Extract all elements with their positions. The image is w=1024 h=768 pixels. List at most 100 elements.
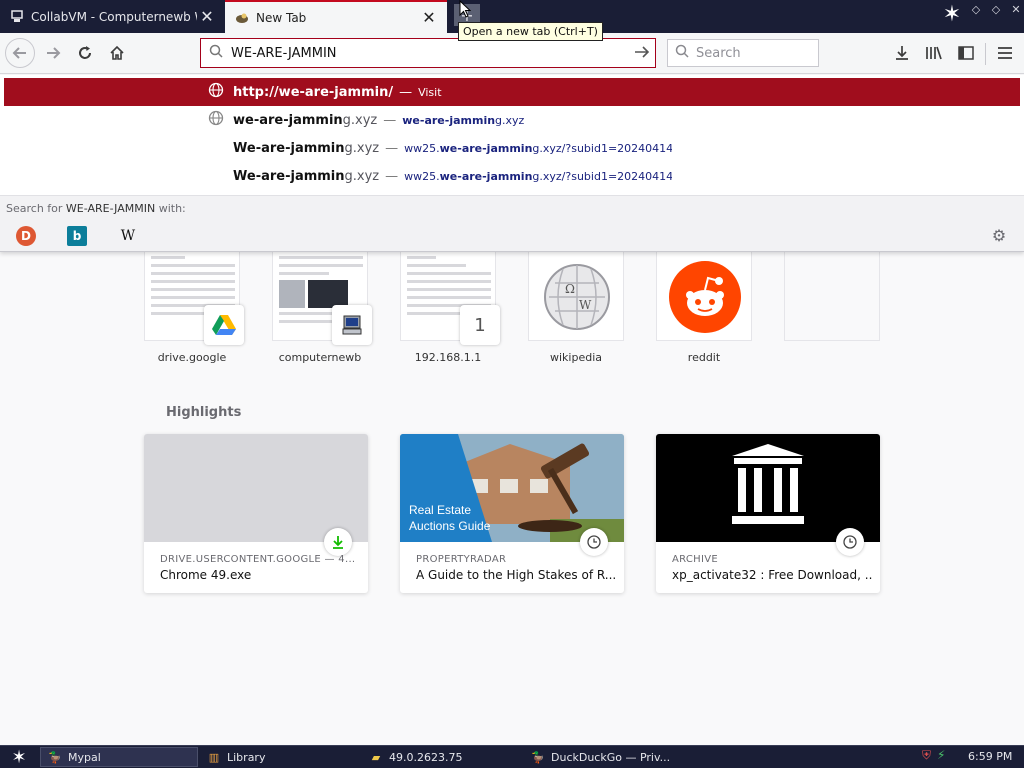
url-bar[interactable]: WE-ARE-JAMMIN bbox=[200, 38, 656, 68]
top-site-tile[interactable]: reddit bbox=[656, 252, 752, 372]
download-button[interactable] bbox=[887, 38, 917, 68]
duckduckgo-icon[interactable]: D bbox=[16, 226, 36, 246]
collabvm-icon bbox=[9, 9, 25, 25]
top-site-tile[interactable]: ΩW wikipedia bbox=[528, 252, 624, 372]
duckduckgo-icon: 🦆 bbox=[531, 750, 545, 764]
taskbar: ✶ 🦆 Mypal ▥ Library ▰ 49.0.2623.75 🦆 Duc… bbox=[0, 745, 1024, 768]
autocomplete-row[interactable]: we-are-jamming.xyz — we-are-jamming.xyz bbox=[4, 106, 1020, 134]
go-arrow-icon[interactable] bbox=[629, 44, 655, 63]
autocomplete-separator: — bbox=[399, 84, 413, 100]
back-button[interactable] bbox=[5, 38, 35, 68]
mypal-icon: 🦆 bbox=[48, 750, 62, 764]
site-thumbnail: ΩW bbox=[528, 252, 624, 341]
tab-new-tab[interactable]: New Tab ✕ bbox=[225, 0, 447, 33]
autocomplete-separator: — bbox=[385, 168, 399, 184]
task-label: Library bbox=[227, 750, 266, 764]
tab-collabvm[interactable]: CollabVM - Computernewb Wiki ✕ bbox=[0, 0, 225, 33]
top-site-tile[interactable]: computernewb bbox=[272, 252, 372, 372]
top-site-tile[interactable]: drive.google bbox=[144, 252, 244, 372]
top-site-label: drive.google bbox=[157, 351, 227, 364]
taskbar-item-mypal[interactable]: 🦆 Mypal bbox=[40, 747, 198, 767]
menu-button[interactable] bbox=[990, 38, 1020, 68]
close-window-icon[interactable]: ✕ bbox=[1008, 2, 1024, 18]
back-arrow-icon bbox=[12, 47, 26, 59]
toolbar-divider bbox=[985, 43, 986, 65]
new-tab-tooltip: Open a new tab (Ctrl+T) bbox=[458, 22, 603, 41]
autocomplete-title: http://we-are-jammin/ bbox=[233, 84, 394, 100]
sidebar-icon bbox=[958, 46, 974, 60]
tab-title: CollabVM - Computernewb Wiki bbox=[31, 9, 197, 24]
new-tab-page: drive.google computernewb 1 192.168.1.1 … bbox=[0, 252, 1024, 745]
close-icon[interactable]: ✕ bbox=[419, 8, 439, 28]
autocomplete-row[interactable]: We-are-jamming.xyz — ww25.we-are-jamming… bbox=[4, 134, 1020, 162]
library-button[interactable] bbox=[919, 38, 949, 68]
card-source: PROPERTYRADAR bbox=[416, 554, 507, 565]
autocomplete-url: ww25.we-are-jamming.xyz/?subid1=20240414… bbox=[404, 169, 673, 183]
autocomplete-separator: — bbox=[383, 112, 397, 128]
forward-button[interactable] bbox=[38, 38, 68, 68]
highlight-card[interactable]: ARCHIVE xp_activate32 : Free Download, .… bbox=[656, 434, 880, 593]
top-site-tile[interactable]: 1 192.168.1.1 bbox=[400, 252, 500, 372]
url-input[interactable]: WE-ARE-JAMMIN bbox=[231, 46, 629, 61]
maximize-icon[interactable]: ◇ bbox=[988, 2, 1004, 18]
network-icon[interactable]: ⚡ bbox=[937, 748, 945, 763]
globe-icon bbox=[207, 110, 225, 130]
sidebar-button[interactable] bbox=[951, 38, 981, 68]
window-manager-star-icon[interactable]: ✶ bbox=[940, 3, 964, 27]
clock-icon bbox=[836, 528, 864, 556]
top-site-label: computernewb bbox=[278, 351, 362, 364]
autocomplete-action: Visit bbox=[418, 85, 442, 99]
card-title: xp_activate32 : Free Download, ... bbox=[672, 568, 872, 582]
wikipedia-icon[interactable]: W bbox=[118, 226, 138, 246]
taskbar-item-duckduckgo[interactable]: 🦆 DuckDuckGo — Priv... bbox=[524, 747, 682, 767]
task-label: Mypal bbox=[68, 750, 101, 764]
close-icon[interactable]: ✕ bbox=[197, 7, 217, 27]
wikipedia-globe-icon: ΩW bbox=[529, 252, 623, 340]
site-initial-badge: 1 bbox=[460, 305, 500, 345]
card-source: DRIVE.USERCONTENT.GOOGLE — 4... bbox=[160, 554, 356, 565]
home-button[interactable] bbox=[102, 38, 132, 68]
reddit-icon bbox=[657, 252, 751, 340]
bing-icon[interactable]: b bbox=[67, 226, 87, 246]
taskbar-item-folder[interactable]: ▰ 49.0.2623.75 bbox=[362, 747, 520, 767]
search-icon bbox=[201, 44, 231, 62]
system-tray: ⛨ ⚡ bbox=[922, 748, 945, 763]
taskbar-clock[interactable]: 6:59 PM bbox=[968, 750, 1012, 763]
card-title: Chrome 49.exe bbox=[160, 568, 252, 582]
mouse-cursor-icon bbox=[459, 0, 471, 18]
autocomplete-row[interactable]: http://we-are-jammin/ — Visit bbox=[4, 78, 1020, 106]
card-image: Real Estate Auctions Guide bbox=[400, 434, 624, 542]
globe-icon bbox=[207, 82, 225, 102]
autocomplete-url: we-are-jamming.xyz bbox=[402, 113, 525, 127]
card-source: ARCHIVE bbox=[672, 554, 719, 565]
gear-icon[interactable]: ⚙ bbox=[989, 226, 1009, 246]
task-label: 49.0.2623.75 bbox=[389, 750, 463, 764]
search-input[interactable]: Search bbox=[696, 46, 741, 61]
top-site-placeholder bbox=[784, 252, 880, 372]
search-icon bbox=[668, 44, 696, 62]
top-site-label: reddit bbox=[687, 351, 721, 364]
search-box[interactable]: Search bbox=[667, 39, 819, 67]
computer-icon bbox=[332, 305, 372, 345]
archive-logo-icon bbox=[656, 434, 880, 542]
download-icon bbox=[896, 46, 908, 60]
reload-button[interactable] bbox=[70, 38, 100, 68]
google-drive-icon bbox=[204, 305, 244, 345]
tab-title: New Tab bbox=[256, 10, 307, 25]
library-icon bbox=[926, 46, 942, 60]
top-site-label: 192.168.1.1 bbox=[414, 351, 482, 364]
task-label: DuckDuckGo — Priv... bbox=[551, 750, 671, 764]
minimize-icon[interactable]: ◇ bbox=[968, 2, 984, 18]
url-autocomplete-popup: http://we-are-jammin/ — Visit we-are-jam… bbox=[0, 75, 1024, 252]
svg-text:W: W bbox=[579, 298, 592, 312]
taskbar-item-library[interactable]: ▥ Library bbox=[200, 747, 358, 767]
autocomplete-row[interactable]: We-are-jamming.xyz — ww25.we-are-jamming… bbox=[4, 162, 1020, 190]
svg-text:Ω: Ω bbox=[565, 282, 575, 296]
highlight-card[interactable]: DRIVE.USERCONTENT.GOOGLE — 4... Chrome 4… bbox=[144, 434, 368, 593]
shield-icon[interactable]: ⛨ bbox=[922, 748, 931, 763]
ddg-duck-icon bbox=[234, 10, 250, 26]
highlight-card[interactable]: Real Estate Auctions Guide PROPERTYRADAR… bbox=[400, 434, 624, 593]
highlights-heading: Highlights bbox=[166, 405, 242, 420]
start-menu-button[interactable]: ✶ bbox=[0, 746, 38, 768]
autocomplete-separator: — bbox=[385, 140, 399, 156]
